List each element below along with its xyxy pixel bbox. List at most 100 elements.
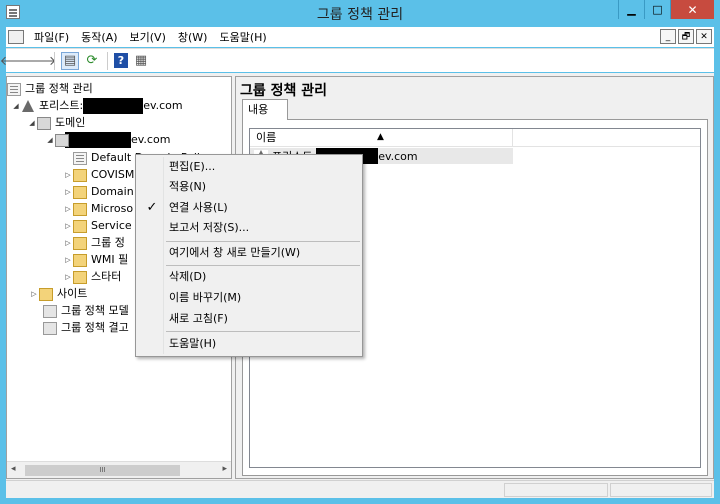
tree-label: ev.com <box>131 133 171 146</box>
tree-node-gpo-objects[interactable]: ▷ 그룹 정 <box>63 235 125 251</box>
scroll-right-icon[interactable]: ▸ <box>222 464 227 474</box>
expand-icon[interactable]: ▷ <box>63 235 73 251</box>
ou-folder-icon <box>73 202 87 216</box>
menu-item-label: 연결 사용(L) <box>169 201 228 214</box>
toolbar-separator <box>54 51 55 70</box>
caption-buttons: ▁ □ ✕ <box>618 0 714 19</box>
properties-icon[interactable]: ▦ <box>132 52 150 70</box>
minimize-button[interactable]: ▁ <box>618 0 644 19</box>
expand-icon[interactable]: ▷ <box>63 167 73 183</box>
tree-node-ou-1[interactable]: ▷ COVISM <box>63 167 134 183</box>
list-header: 이름 ▲ <box>250 129 700 147</box>
wmi-folder-icon <box>73 253 87 267</box>
list-item-label: ev.com <box>378 149 418 163</box>
tree-node-ou-4[interactable]: ▷ Service <box>63 218 132 234</box>
menu-item-label: 도움말(H) <box>169 337 217 350</box>
context-menu-item-save-report[interactable]: 보고서 저장(S)... <box>138 218 360 238</box>
mdi-minimize-button[interactable]: _ <box>660 29 676 44</box>
gpmc-window: 그룹 정책 관리 ▁ □ ✕ 파일(F) 동작(A) 보기(V) 창(W) 도움… <box>0 0 720 504</box>
tree-label: 그룹 정책 관리 <box>25 82 93 95</box>
show-hide-tree-icon[interactable]: ▤ <box>61 51 79 70</box>
menu-item-label: 적용(N) <box>169 180 207 193</box>
status-bar <box>6 480 714 498</box>
context-menu: 편집(E)... 적용(N) ✓ 연결 사용(L) 보고서 저장(S)... 여… <box>135 154 363 357</box>
starter-folder-icon <box>73 270 87 284</box>
context-menu-item-rename[interactable]: 이름 바꾸기(M) <box>138 288 360 308</box>
help-icon[interactable]: ? <box>114 53 128 68</box>
tree-node-sites[interactable]: ▷ 사이트 <box>29 286 87 302</box>
menu-action[interactable]: 동작(A) <box>75 29 123 45</box>
expand-icon[interactable]: ▷ <box>63 218 73 234</box>
tree-node-domain[interactable]: ◢ ev.com <box>45 132 170 148</box>
expand-icon[interactable]: ▷ <box>63 184 73 200</box>
context-menu-item-edit[interactable]: 편집(E)... <box>138 157 360 177</box>
tree-node-ou-2[interactable]: ▷ Domain <box>63 184 134 200</box>
forward-icon[interactable]: 🡒 <box>22 52 57 70</box>
tree-label: 사이트 <box>57 287 88 300</box>
tree-label: WMI 필 <box>91 253 129 266</box>
menu-window[interactable]: 창(W) <box>172 29 214 45</box>
menu-separator <box>166 265 360 266</box>
expand-icon[interactable]: ▷ <box>29 286 39 302</box>
details-title: 그룹 정책 관리 <box>240 83 328 99</box>
menu-help[interactable]: 도움말(H) <box>213 29 272 45</box>
tree-node-results[interactable]: 그룹 정책 결고 <box>43 320 129 336</box>
expand-icon[interactable]: ▷ <box>63 269 73 285</box>
collapse-icon[interactable]: ◢ <box>45 132 55 148</box>
results-icon <box>43 321 57 335</box>
tree-label: ev.com <box>143 99 183 112</box>
context-menu-item-help[interactable]: 도움말(H) <box>138 334 360 354</box>
tree-label: 도메인 <box>55 116 86 129</box>
gpo-folder-icon <box>73 236 87 250</box>
sort-ascending-icon: ▲ <box>377 132 384 142</box>
context-menu-item-delete[interactable]: 삭제(D) <box>138 267 360 287</box>
tree-label: 그룹 정책 모델 <box>61 304 129 317</box>
menu-item-label: 여기에서 창 새로 만들기(W) <box>169 246 301 259</box>
tree-node-forest[interactable]: ◢ 포리스트: ev.com <box>11 98 183 114</box>
close-button[interactable]: ✕ <box>670 0 714 19</box>
tree-node-ou-3[interactable]: ▷ Microso <box>63 201 133 217</box>
expand-icon[interactable]: ▷ <box>63 252 73 268</box>
context-menu-item-enforce[interactable]: 적용(N) <box>138 177 360 197</box>
tree-horizontal-scrollbar[interactable]: ◂ III ▸ <box>7 461 231 478</box>
expand-icon[interactable]: ▷ <box>63 201 73 217</box>
tree-node-modeling[interactable]: 그룹 정책 모델 <box>43 303 129 319</box>
maximize-button[interactable]: □ <box>644 0 670 19</box>
title-bar[interactable]: 그룹 정책 관리 ▁ □ ✕ <box>0 0 720 26</box>
domain-icon <box>55 133 69 147</box>
menu-item-label: 이름 바꾸기(M) <box>169 291 242 304</box>
redacted-block <box>83 98 144 114</box>
context-menu-item-refresh[interactable]: 새로 고침(F) <box>138 309 360 329</box>
context-menu-item-link-enabled[interactable]: ✓ 연결 사용(L) <box>138 198 360 218</box>
mdi-buttons: _ 🗗 ✕ <box>660 29 712 44</box>
tree-label: COVISM <box>91 168 135 181</box>
context-menu-item-new-window[interactable]: 여기에서 창 새로 만들기(W) <box>138 243 360 263</box>
tree-label: Domain <box>91 185 134 198</box>
menu-item-label: 삭제(D) <box>169 270 207 283</box>
checkmark-icon: ✓ <box>146 200 158 215</box>
scroll-left-icon[interactable]: ◂ <box>11 464 16 474</box>
sites-icon <box>39 287 53 301</box>
column-header-name[interactable]: 이름 ▲ <box>250 129 513 147</box>
menu-bar: 파일(F) 동작(A) 보기(V) 창(W) 도움말(H) _ 🗗 ✕ <box>6 27 714 47</box>
tree-node-starter[interactable]: ▷ 스타터 <box>63 269 121 285</box>
status-cell <box>610 483 712 497</box>
domains-icon <box>37 116 51 130</box>
scrollbar-thumb[interactable]: III <box>25 465 180 476</box>
document-icon[interactable] <box>8 30 24 44</box>
menu-view[interactable]: 보기(V) <box>124 29 172 45</box>
refresh-icon[interactable]: ⟳ <box>83 52 101 70</box>
tab-contents[interactable]: 내용 <box>242 99 288 120</box>
mdi-close-button[interactable]: ✕ <box>696 29 712 44</box>
mdi-restore-button[interactable]: 🗗 <box>678 29 694 44</box>
menu-separator <box>166 241 360 242</box>
collapse-icon[interactable]: ◢ <box>27 115 37 131</box>
tree-node-wmi[interactable]: ▷ WMI 필 <box>63 252 128 268</box>
tree-node-root[interactable]: 그룹 정책 관리 <box>7 81 93 97</box>
collapse-icon[interactable]: ◢ <box>11 98 21 114</box>
ou-folder-icon <box>73 219 87 233</box>
ou-folder-icon <box>73 185 87 199</box>
tree-node-domains[interactable]: ◢ 도메인 <box>27 115 85 131</box>
menu-file[interactable]: 파일(F) <box>28 29 75 45</box>
gpo-link-icon <box>73 151 87 165</box>
